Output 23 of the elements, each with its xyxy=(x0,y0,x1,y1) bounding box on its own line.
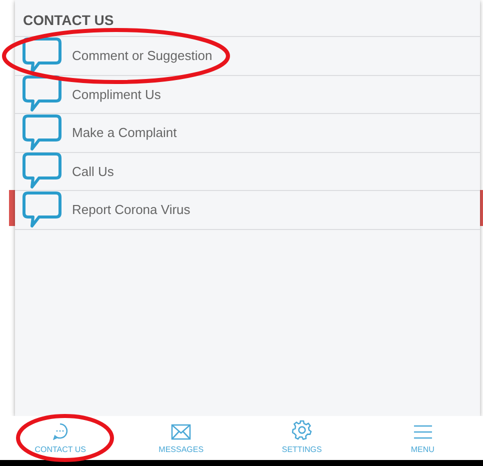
speech-bubble-icon xyxy=(22,112,62,153)
panel-title: CONTACT US xyxy=(22,11,115,30)
settings-icon xyxy=(292,420,312,440)
menu-icon xyxy=(412,424,433,440)
speech-bubble-icon xyxy=(22,74,62,114)
nav-tab[interactable]: CONTACT US xyxy=(0,416,121,460)
contact-option[interactable]: Report Corona Virus xyxy=(15,190,480,228)
contact-option[interactable]: Call Us xyxy=(15,152,480,190)
envelope-icon xyxy=(171,424,192,440)
chat-icon xyxy=(51,422,70,440)
option-label: Report Corona Virus xyxy=(72,201,190,219)
nav-tab[interactable]: SETTINGS xyxy=(242,416,362,460)
contact-option[interactable]: Make a Complaint xyxy=(15,113,480,152)
contact-option[interactable]: Compliment Us xyxy=(15,74,480,113)
option-label: Compliment Us xyxy=(72,86,161,104)
speech-bubble-icon xyxy=(22,151,62,192)
nav-tab[interactable]: MESSAGES xyxy=(120,416,242,460)
option-label: Make a Complaint xyxy=(72,124,177,142)
nav-tab[interactable]: MENU xyxy=(362,416,483,460)
option-label: Call Us xyxy=(72,162,114,180)
speech-bubble-icon xyxy=(22,190,62,230)
contact-option[interactable]: Comment or Suggestion xyxy=(15,36,480,74)
option-label: Comment or Suggestion xyxy=(72,47,212,65)
